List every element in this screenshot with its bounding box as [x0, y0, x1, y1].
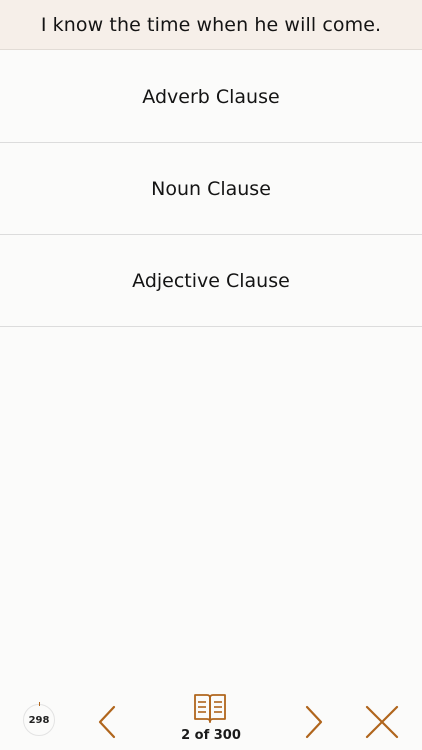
bottom-toolbar: 298 2 of 300 [0, 692, 422, 750]
option-adverb-clause[interactable]: Adverb Clause [0, 51, 422, 143]
chevron-right-icon[interactable] [299, 704, 327, 740]
question-text: I know the time when he will come. [40, 13, 382, 36]
page-counter: 2 of 300 [181, 728, 241, 743]
timer-value: 298 [28, 714, 50, 726]
timer-tick [39, 702, 40, 706]
chevron-left-icon[interactable] [94, 704, 122, 740]
option-label: Noun Clause [151, 177, 271, 200]
answer-options: Adverb Clause Noun Clause Adjective Clau… [0, 51, 422, 327]
book-icon[interactable] [192, 692, 228, 724]
timer-icon: 298 [23, 702, 55, 736]
close-icon[interactable] [364, 704, 400, 740]
option-adjective-clause[interactable]: Adjective Clause [0, 235, 422, 327]
option-label: Adverb Clause [142, 85, 280, 108]
option-noun-clause[interactable]: Noun Clause [0, 143, 422, 235]
question-header: I know the time when he will come. [0, 0, 422, 50]
option-label: Adjective Clause [132, 269, 290, 292]
